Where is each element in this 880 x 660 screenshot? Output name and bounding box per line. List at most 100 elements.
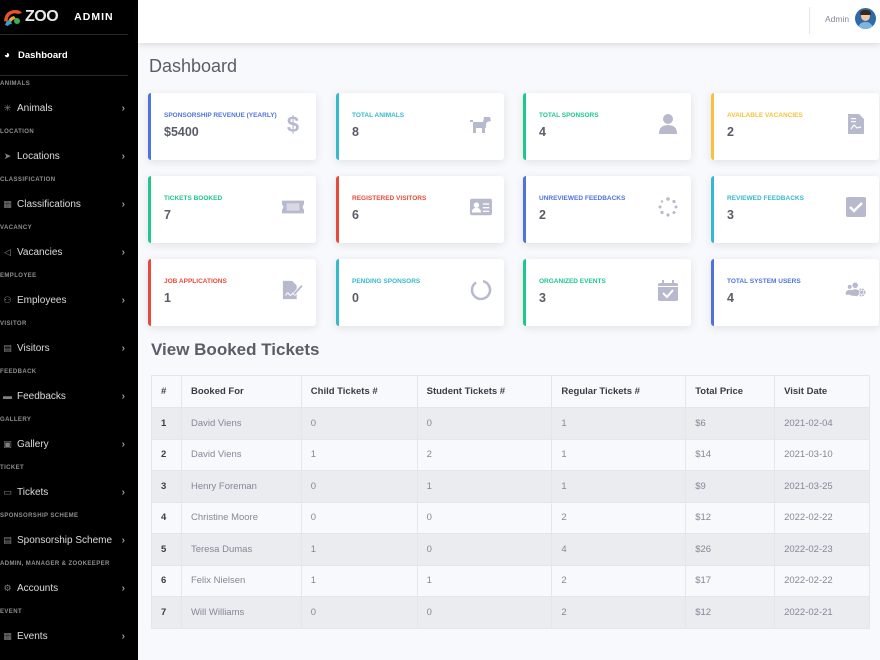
users-icon: ⚇	[3, 294, 12, 305]
column-header[interactable]: #	[151, 375, 182, 408]
spinner-icon	[657, 196, 679, 218]
stat-card-total-animals: Total Animals 8	[336, 93, 504, 160]
table-row[interactable]: 2 David Viens 1 2 1 $14 2021-03-10	[151, 438, 870, 471]
table-row[interactable]: 1 David Viens 0 0 1 $6 2021-02-04	[151, 407, 870, 440]
table-cell: 2021-02-04	[774, 407, 870, 440]
sidebar-item-tickets[interactable]: ▭ Tickets ›	[0, 476, 138, 508]
table-header-row: # Booked For Child Tickets # Student Ticket…	[151, 375, 870, 408]
stat-card-value: 1	[164, 291, 171, 305]
stat-card-label: Reviewed Feedbacks	[727, 195, 804, 202]
sidebar-section-heading: Ticket	[0, 465, 25, 471]
stat-card-job-applications: Job Applications 1	[148, 259, 316, 326]
table-row[interactable]: 7 Will Williams 0 0 2 $12 2022-02-21	[151, 596, 870, 629]
column-header[interactable]: Child Tickets #	[300, 375, 418, 408]
stat-card-label: Available Vacancies	[727, 112, 803, 119]
sidebar-item-sponsorship-scheme[interactable]: ▤ Sponsorship Scheme ›	[0, 524, 138, 556]
sidebar-item-locations[interactable]: ➤ Locations ›	[0, 140, 138, 172]
table-cell: 2022-02-23	[774, 533, 870, 566]
chevron-right-icon: ›	[121, 102, 125, 114]
sidebar-item-label: Tickets	[17, 486, 49, 498]
stat-card-label: Total System Users	[727, 278, 801, 285]
column-header[interactable]: Booked For	[180, 375, 302, 408]
chevron-right-icon: ›	[121, 294, 125, 306]
table-cell: 1	[551, 438, 687, 471]
table-cell: 0	[416, 596, 553, 629]
sidebar-item-vacancies[interactable]: ◁ Vacancies ›	[0, 236, 138, 268]
sidebar-item-classifications[interactable]: ▦ Classifications ›	[0, 188, 138, 220]
sidebar-item-accounts[interactable]: ⚙ Accounts ›	[0, 572, 138, 604]
page-title: Dashboard	[149, 56, 238, 76]
sidebar-item-visitors[interactable]: ▤ Visitors ›	[0, 332, 138, 364]
sidebar-item-events[interactable]: ▦ Events ›	[0, 620, 138, 652]
sidebar-item-dashboard[interactable]: ◕ Dashboard	[0, 35, 138, 75]
table-cell: Felix Nielsen	[180, 564, 302, 597]
stat-card-total-system-users: Total System Users 4	[711, 259, 879, 326]
table-cell: 6	[151, 564, 182, 597]
stat-card-pending-sponsors: Pending Sponsors 0	[336, 259, 504, 326]
user-icon	[657, 113, 679, 135]
table-cell: 4	[151, 501, 182, 534]
check-square-icon	[845, 196, 867, 218]
chevron-right-icon: ›	[121, 390, 125, 402]
table-cell: 2	[551, 596, 687, 629]
avatar[interactable]	[855, 8, 876, 29]
table-cell: 1	[300, 438, 418, 471]
calendar-icon: ▦	[3, 630, 12, 641]
sidebar-item-gallery[interactable]: ▣ Gallery ›	[0, 428, 138, 460]
column-header[interactable]: Visit Date	[774, 375, 870, 408]
file-signature-icon	[282, 279, 304, 301]
stat-card-value: 8	[352, 125, 359, 139]
comment-icon: ▬	[3, 391, 12, 401]
sidebar-item-feedbacks[interactable]: ▬ Feedbacks ›	[0, 380, 138, 412]
table-cell: 2021-03-25	[774, 470, 870, 503]
sidebar-section-heading: Employee	[0, 273, 37, 279]
stat-card-value: $5400	[164, 125, 199, 139]
sidebar-item-label: Locations	[17, 150, 60, 162]
table-cell: 2	[151, 438, 182, 471]
column-header[interactable]: Regular Tickets #	[551, 375, 687, 408]
table-cell: 2022-02-21	[774, 596, 870, 629]
booked-tickets-title: View Booked Tickets	[151, 340, 320, 359]
table-row[interactable]: 5 Teresa Dumas 1 0 4 $26 2022-02-23	[151, 533, 870, 566]
table-cell: 2	[551, 564, 687, 597]
dog-icon	[470, 113, 492, 135]
table-cell: $9	[685, 470, 776, 503]
sidebar-item-employees[interactable]: ⚇ Employees ›	[0, 284, 138, 316]
sidebar-section-heading: Animals	[0, 81, 31, 87]
table-cell: 7	[151, 596, 182, 629]
table-cell: 5	[151, 533, 182, 566]
brand-word: ZOO	[25, 8, 59, 25]
table-cell: 2022-02-22	[774, 564, 870, 597]
stat-card-label: Tickets Booked	[164, 195, 223, 202]
sidebar-item-animals[interactable]: ✳ Animals ›	[0, 92, 138, 124]
circle-notch-icon	[470, 279, 492, 301]
chevron-right-icon: ›	[121, 582, 125, 594]
sidebar-item-label: Gallery	[17, 438, 49, 450]
table-row[interactable]: 3 Henry Foreman 0 1 1 $9 2021-03-25	[151, 470, 870, 503]
sidebar-section-heading: Vacancy	[0, 225, 33, 231]
chevron-right-icon: ›	[121, 486, 125, 498]
table-cell: $12	[685, 501, 776, 534]
stat-card-value: 0	[352, 291, 359, 305]
brand[interactable]: ZOO ADMIN	[0, 0, 138, 34]
stat-card-value: 3	[539, 291, 546, 305]
sidebar-section-heading: Feedback	[0, 369, 37, 375]
table-cell: $14	[685, 438, 776, 471]
table-cell: 4	[551, 533, 687, 566]
stat-card-value: 7	[164, 208, 171, 222]
column-header[interactable]: Student Tickets #	[416, 375, 553, 408]
sidebar-item-label: Accounts	[17, 582, 59, 594]
tachometer-icon: ◕	[3, 49, 11, 61]
table-row[interactable]: 4 Christine Moore 0 0 2 $12 2022-02-22	[151, 501, 870, 534]
table-cell: Christine Moore	[180, 501, 302, 534]
chevron-right-icon: ›	[121, 150, 125, 162]
table-cell: 1	[551, 407, 687, 440]
sidebar-item-label: Animals	[17, 102, 53, 114]
table-cell: Teresa Dumas	[180, 533, 302, 566]
table-cell: 0	[416, 533, 553, 566]
column-header[interactable]: Total Price	[685, 375, 776, 408]
user-name[interactable]: Admin	[825, 14, 849, 24]
table-row[interactable]: 6 Felix Nielsen 1 1 2 $17 2022-02-22	[151, 564, 870, 597]
table-cell: 0	[416, 501, 553, 534]
table-cell: 0	[300, 407, 418, 440]
